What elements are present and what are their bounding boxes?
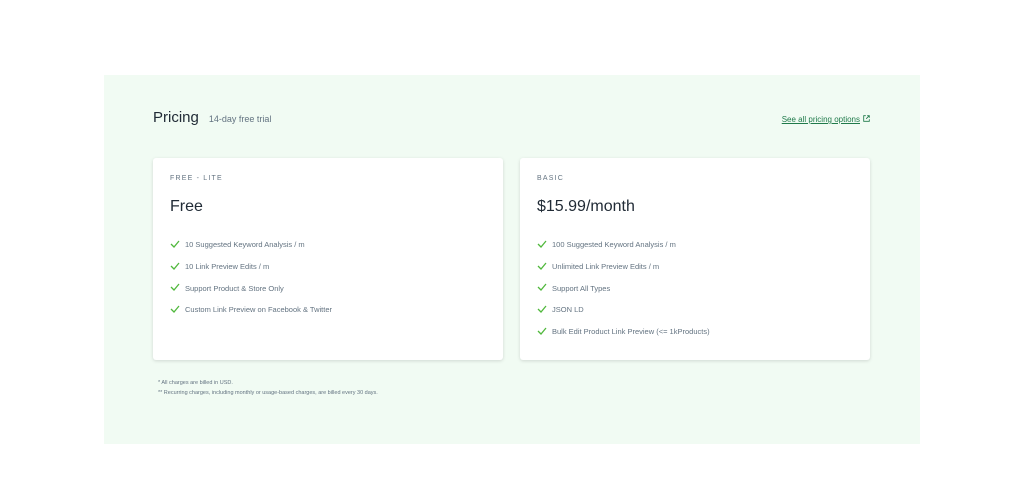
plan-feature-text: Bulk Edit Product Link Preview (<= 1kPro… [552,327,710,337]
plan-feature-text: Custom Link Preview on Facebook & Twitte… [185,305,333,315]
plan-feature: Custom Link Preview on Facebook & Twitte… [170,299,332,321]
footnote: ** Recurring charges, including monthly … [158,390,378,396]
plan-feature: 100 Suggested Keyword Analysis / m [537,234,710,256]
checkmark-icon [537,305,552,315]
plan-card-basic: BASIC $15.99/month 100 Suggested Keyword… [520,158,870,360]
pricing-subtitle: 14-day free trial [208,114,272,124]
checkmark-icon [170,305,185,315]
plan-feature: 10 Suggested Keyword Analysis / m [170,234,332,256]
plan-feature-list: 10 Suggested Keyword Analysis / m 10 Lin… [170,234,332,321]
plan-feature-text: Support All Types [552,283,611,293]
pricing-title: Pricing [153,109,199,126]
footnote: * All charges are billed in USD. [158,380,233,386]
checkmark-icon [170,283,185,293]
checkmark-icon [537,262,552,272]
plan-feature: Unlimited Link Preview Edits / m [537,256,710,278]
checkmark-icon [170,262,185,272]
checkmark-icon [537,327,552,337]
plan-price: Free [170,198,203,215]
plan-feature-text: Support Product & Store Only [185,283,284,293]
see-all-pricing-label: See all pricing options [781,115,860,124]
plan-feature: Support Product & Store Only [170,277,332,299]
plan-price: $15.99/month [537,198,635,215]
plan-card-free-lite: FREE - LITE Free 10 Suggested Keyword An… [153,158,503,360]
billing-footnotes: * All charges are billed in USD. ** Recu… [158,378,378,398]
plan-feature-text: 10 Suggested Keyword Analysis / m [185,240,305,250]
plan-feature-text: 100 Suggested Keyword Analysis / m [552,240,676,250]
plan-feature-text: Unlimited Link Preview Edits / m [552,262,660,272]
checkmark-icon [170,240,185,250]
plan-feature: Bulk Edit Product Link Preview (<= 1kPro… [537,321,710,343]
plan-feature-text: JSON LD [552,305,584,315]
plan-name: FREE - LITE [170,175,223,182]
pricing-section: Pricing 14-day free trial See all pricin… [104,75,920,444]
plan-feature: 10 Link Preview Edits / m [170,256,332,278]
checkmark-icon [537,283,552,293]
plan-feature-text: 10 Link Preview Edits / m [185,262,270,272]
plan-feature: JSON LD [537,299,710,321]
see-all-pricing-link[interactable]: See all pricing options [782,115,870,124]
plan-name: BASIC [537,175,565,182]
plan-feature-list: 100 Suggested Keyword Analysis / m Unlim… [537,234,710,342]
checkmark-icon [537,240,552,250]
external-link-icon [860,115,870,124]
plan-feature: Support All Types [537,277,710,299]
pricing-header: Pricing 14-day free trial [153,109,271,126]
